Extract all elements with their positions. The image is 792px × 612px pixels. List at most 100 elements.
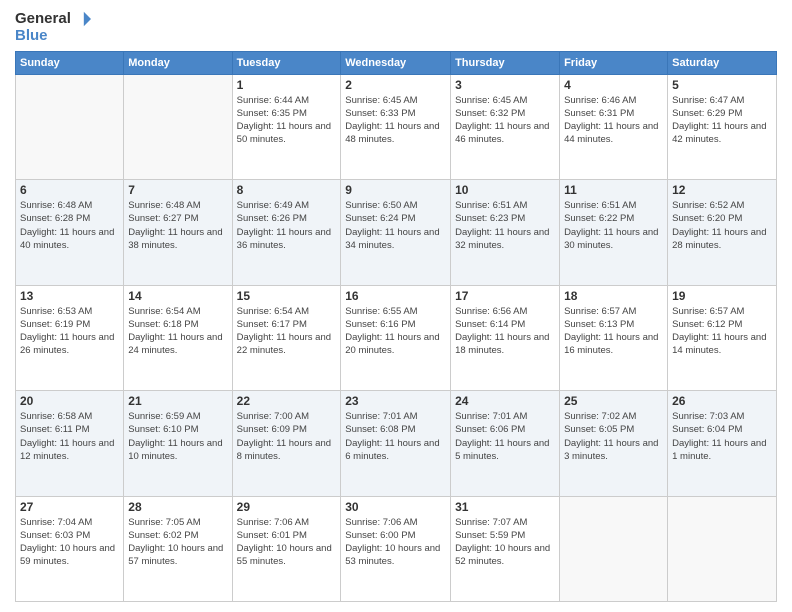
day-info: Sunrise: 6:54 AMSunset: 6:17 PMDaylight:… xyxy=(237,305,337,358)
calendar-cell: 12 Sunrise: 6:52 AMSunset: 6:20 PMDayligh… xyxy=(668,180,777,286)
day-number: 22 xyxy=(237,394,337,408)
day-number: 13 xyxy=(20,289,119,303)
day-info: Sunrise: 7:05 AMSunset: 6:02 PMDaylight:… xyxy=(128,516,227,569)
day-number: 25 xyxy=(564,394,663,408)
day-number: 19 xyxy=(672,289,772,303)
day-info: Sunrise: 6:54 AMSunset: 6:18 PMDaylight:… xyxy=(128,305,227,358)
week-row-5: 27Sunrise: 7:04 AMSunset: 6:03 PMDayligh… xyxy=(16,496,777,602)
calendar-cell: 16 Sunrise: 6:55 AMSunset: 6:16 PMDayligh… xyxy=(341,285,451,391)
weekday-header-friday: Friday xyxy=(560,51,668,74)
calendar-cell: 9 Sunrise: 6:50 AMSunset: 6:24 PMDaylight… xyxy=(341,180,451,286)
day-info: Sunrise: 7:03 AMSunset: 6:04 PMDaylight:… xyxy=(672,410,772,463)
week-row-1: 1 Sunrise: 6:44 AMSunset: 6:35 PMDaylight… xyxy=(16,74,777,180)
day-number: 21 xyxy=(128,394,227,408)
day-info: Sunrise: 7:04 AMSunset: 6:03 PMDaylight:… xyxy=(20,516,119,569)
day-number: 1 xyxy=(237,78,337,92)
day-info: Sunrise: 6:58 AMSunset: 6:11 PMDaylight:… xyxy=(20,410,119,463)
day-number: 12 xyxy=(672,183,772,197)
calendar-cell: 22 Sunrise: 7:00 AMSunset: 6:09 PMDayligh… xyxy=(232,391,341,497)
calendar-cell: 8Sunrise: 6:49 AMSunset: 6:26 PMDaylight… xyxy=(232,180,341,286)
calendar-cell: 7 Sunrise: 6:48 AMSunset: 6:27 PMDaylight… xyxy=(124,180,232,286)
day-info: Sunrise: 7:02 AMSunset: 6:05 PMDaylight:… xyxy=(564,410,663,463)
calendar-cell: 13 Sunrise: 6:53 AMSunset: 6:19 PMDayligh… xyxy=(16,285,124,391)
calendar-cell: 19 Sunrise: 6:57 AMSunset: 6:12 PMDayligh… xyxy=(668,285,777,391)
day-info: Sunrise: 6:55 AMSunset: 6:16 PMDaylight:… xyxy=(345,305,446,358)
day-number: 11 xyxy=(564,183,663,197)
day-info: Sunrise: 7:01 AMSunset: 6:08 PMDaylight:… xyxy=(345,410,446,463)
weekday-header-tuesday: Tuesday xyxy=(232,51,341,74)
calendar-cell: 15Sunrise: 6:54 AMSunset: 6:17 PMDayligh… xyxy=(232,285,341,391)
day-info: Sunrise: 7:01 AMSunset: 6:06 PMDaylight:… xyxy=(455,410,555,463)
calendar-cell xyxy=(16,74,124,180)
day-info: Sunrise: 6:57 AMSunset: 6:12 PMDaylight:… xyxy=(672,305,772,358)
day-info: Sunrise: 6:51 AMSunset: 6:23 PMDaylight:… xyxy=(455,199,555,252)
day-info: Sunrise: 6:52 AMSunset: 6:20 PMDaylight:… xyxy=(672,199,772,252)
day-info: Sunrise: 6:48 AMSunset: 6:28 PMDaylight:… xyxy=(20,199,119,252)
week-row-2: 6 Sunrise: 6:48 AMSunset: 6:28 PMDaylight… xyxy=(16,180,777,286)
day-info: Sunrise: 6:48 AMSunset: 6:27 PMDaylight:… xyxy=(128,199,227,252)
weekday-header-thursday: Thursday xyxy=(451,51,560,74)
logo-icon xyxy=(73,10,91,28)
day-number: 7 xyxy=(128,183,227,197)
calendar-cell: 23 Sunrise: 7:01 AMSunset: 6:08 PMDayligh… xyxy=(341,391,451,497)
calendar-cell: 1 Sunrise: 6:44 AMSunset: 6:35 PMDaylight… xyxy=(232,74,341,180)
logo-general: General xyxy=(15,11,71,28)
day-info: Sunrise: 6:56 AMSunset: 6:14 PMDaylight:… xyxy=(455,305,555,358)
calendar-cell xyxy=(560,496,668,602)
calendar-cell: 20 Sunrise: 6:58 AMSunset: 6:11 PMDayligh… xyxy=(16,391,124,497)
calendar-cell: 25 Sunrise: 7:02 AMSunset: 6:05 PMDayligh… xyxy=(560,391,668,497)
calendar-cell xyxy=(668,496,777,602)
weekday-header-row: SundayMondayTuesdayWednesdayThursdayFrid… xyxy=(16,51,777,74)
day-info: Sunrise: 6:51 AMSunset: 6:22 PMDaylight:… xyxy=(564,199,663,252)
calendar-cell: 14Sunrise: 6:54 AMSunset: 6:18 PMDayligh… xyxy=(124,285,232,391)
day-info: Sunrise: 7:07 AMSunset: 5:59 PMDaylight:… xyxy=(455,516,555,569)
day-number: 24 xyxy=(455,394,555,408)
week-row-3: 13 Sunrise: 6:53 AMSunset: 6:19 PMDayligh… xyxy=(16,285,777,391)
calendar-cell: 21 Sunrise: 6:59 AMSunset: 6:10 PMDayligh… xyxy=(124,391,232,497)
day-info: Sunrise: 6:59 AMSunset: 6:10 PMDaylight:… xyxy=(128,410,227,463)
calendar-cell: 3 Sunrise: 6:45 AMSunset: 6:32 PMDaylight… xyxy=(451,74,560,180)
calendar-cell: 27Sunrise: 7:04 AMSunset: 6:03 PMDayligh… xyxy=(16,496,124,602)
weekday-header-wednesday: Wednesday xyxy=(341,51,451,74)
day-info: Sunrise: 6:49 AMSunset: 6:26 PMDaylight:… xyxy=(237,199,337,252)
calendar-cell: 2 Sunrise: 6:45 AMSunset: 6:33 PMDaylight… xyxy=(341,74,451,180)
day-info: Sunrise: 6:45 AMSunset: 6:33 PMDaylight:… xyxy=(345,94,446,147)
day-info: Sunrise: 6:44 AMSunset: 6:35 PMDaylight:… xyxy=(237,94,337,147)
day-info: Sunrise: 6:45 AMSunset: 6:32 PMDaylight:… xyxy=(455,94,555,147)
day-number: 23 xyxy=(345,394,446,408)
logo: General Blue xyxy=(15,10,91,45)
calendar-cell: 24 Sunrise: 7:01 AMSunset: 6:06 PMDayligh… xyxy=(451,391,560,497)
day-number: 9 xyxy=(345,183,446,197)
day-info: Sunrise: 7:06 AMSunset: 6:00 PMDaylight:… xyxy=(345,516,446,569)
calendar-cell: 28Sunrise: 7:05 AMSunset: 6:02 PMDayligh… xyxy=(124,496,232,602)
day-number: 4 xyxy=(564,78,663,92)
day-number: 2 xyxy=(345,78,446,92)
header: General Blue xyxy=(15,10,777,45)
calendar-cell: 30 Sunrise: 7:06 AMSunset: 6:00 PMDayligh… xyxy=(341,496,451,602)
day-info: Sunrise: 7:06 AMSunset: 6:01 PMDaylight:… xyxy=(237,516,337,569)
day-number: 31 xyxy=(455,500,555,514)
day-number: 10 xyxy=(455,183,555,197)
day-number: 20 xyxy=(20,394,119,408)
day-number: 6 xyxy=(20,183,119,197)
day-number: 3 xyxy=(455,78,555,92)
day-info: Sunrise: 7:00 AMSunset: 6:09 PMDaylight:… xyxy=(237,410,337,463)
calendar-cell: 29 Sunrise: 7:06 AMSunset: 6:01 PMDayligh… xyxy=(232,496,341,602)
calendar-cell: 6 Sunrise: 6:48 AMSunset: 6:28 PMDaylight… xyxy=(16,180,124,286)
day-number: 5 xyxy=(672,78,772,92)
day-number: 16 xyxy=(345,289,446,303)
day-info: Sunrise: 6:50 AMSunset: 6:24 PMDaylight:… xyxy=(345,199,446,252)
day-number: 30 xyxy=(345,500,446,514)
day-info: Sunrise: 6:47 AMSunset: 6:29 PMDaylight:… xyxy=(672,94,772,147)
calendar: SundayMondayTuesdayWednesdayThursdayFrid… xyxy=(15,51,777,603)
day-number: 29 xyxy=(237,500,337,514)
calendar-cell: 11 Sunrise: 6:51 AMSunset: 6:22 PMDayligh… xyxy=(560,180,668,286)
calendar-cell: 10 Sunrise: 6:51 AMSunset: 6:23 PMDayligh… xyxy=(451,180,560,286)
calendar-cell: 18Sunrise: 6:57 AMSunset: 6:13 PMDayligh… xyxy=(560,285,668,391)
calendar-cell: 31 Sunrise: 7:07 AMSunset: 5:59 PMDayligh… xyxy=(451,496,560,602)
day-info: Sunrise: 6:53 AMSunset: 6:19 PMDaylight:… xyxy=(20,305,119,358)
calendar-cell xyxy=(124,74,232,180)
day-number: 17 xyxy=(455,289,555,303)
logo-blue: Blue xyxy=(15,28,48,45)
day-number: 26 xyxy=(672,394,772,408)
